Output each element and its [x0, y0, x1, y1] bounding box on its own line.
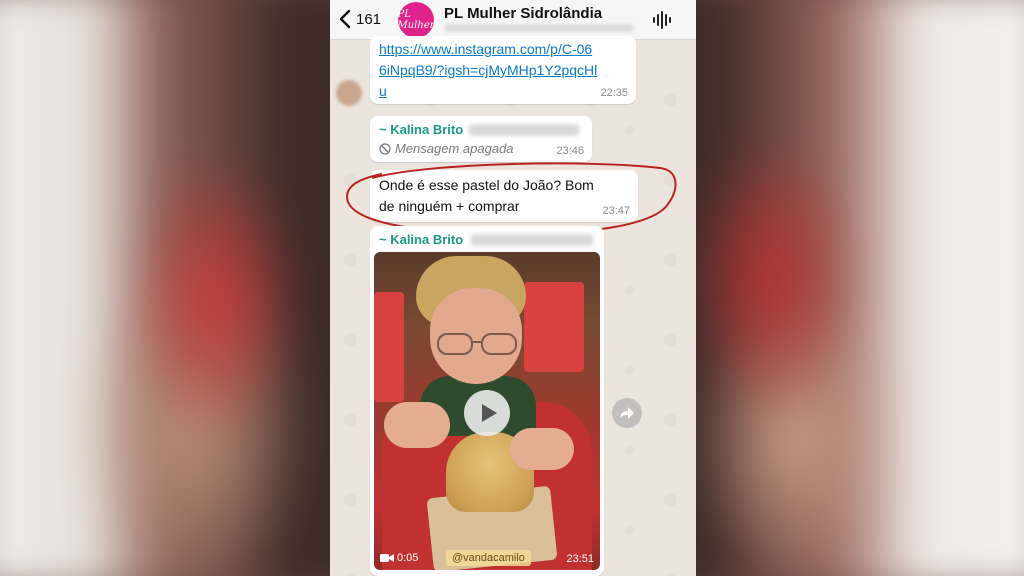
unread-count: 161	[356, 10, 382, 28]
message-time: 23:51	[566, 553, 594, 565]
person-hand	[510, 428, 574, 470]
group-name[interactable]: PL Mulher Sidrolândia	[444, 5, 602, 22]
sender-name[interactable]: ~ Kalina Brito	[379, 122, 463, 137]
person-hand	[384, 402, 450, 448]
duration-text: 0:05	[397, 552, 419, 564]
chat-screen: 161 PL Mulher PL Mulher Sidrolândia http…	[330, 0, 696, 576]
message-time: 23:47	[602, 205, 630, 217]
instagram-link[interactable]: https://www.instagram.com/p/C-066iNpqB9/…	[379, 39, 599, 102]
message-link[interactable]: https://www.instagram.com/p/C-066iNpqB9/…	[370, 36, 636, 104]
sender-phone-blurred	[468, 124, 580, 136]
back-button[interactable]: 161	[338, 9, 381, 29]
message-time: 22:35	[600, 87, 628, 99]
glasses-shape	[437, 333, 517, 355]
video-thumbnail[interactable]: 0:05 @vandacamilo 23:51	[374, 252, 600, 570]
forward-icon	[620, 407, 634, 419]
chevron-left-icon	[339, 9, 351, 29]
deleted-notice: Mensagem apagada	[379, 141, 514, 156]
forward-button[interactable]	[612, 398, 642, 428]
chat-header: 161 PL Mulher PL Mulher Sidrolândia	[330, 0, 696, 40]
message-video[interactable]: ~ Kalina Brito 0:05 @vandacamilo 23:51	[370, 226, 604, 576]
sender-avatar[interactable]	[336, 80, 362, 106]
message-deleted[interactable]: ~ Kalina Brito Mensagem apagada 23:46	[370, 116, 592, 162]
block-icon	[379, 142, 391, 155]
message-question[interactable]: Onde é esse pastel do João? Bom de ningu…	[370, 170, 638, 222]
sender-phone-blurred	[470, 234, 594, 246]
video-watermark: @vandacamilo	[446, 550, 531, 566]
deleted-text: Mensagem apagada	[395, 141, 514, 156]
message-time: 23:46	[556, 145, 584, 157]
video-duration: 0:05	[380, 552, 418, 564]
message-text: Onde é esse pastel do João? Bom de ningu…	[379, 177, 594, 214]
background-chair	[524, 282, 584, 372]
group-avatar[interactable]: PL Mulher	[398, 2, 435, 38]
play-button[interactable]	[464, 390, 510, 436]
play-icon	[482, 404, 497, 422]
background-chair	[374, 292, 404, 402]
video-camera-icon	[380, 554, 394, 562]
group-members-blurred	[444, 24, 634, 32]
audio-call-button[interactable]	[652, 11, 672, 34]
audio-wave-icon	[653, 11, 671, 29]
sender-name[interactable]: ~ Kalina Brito	[379, 232, 463, 247]
